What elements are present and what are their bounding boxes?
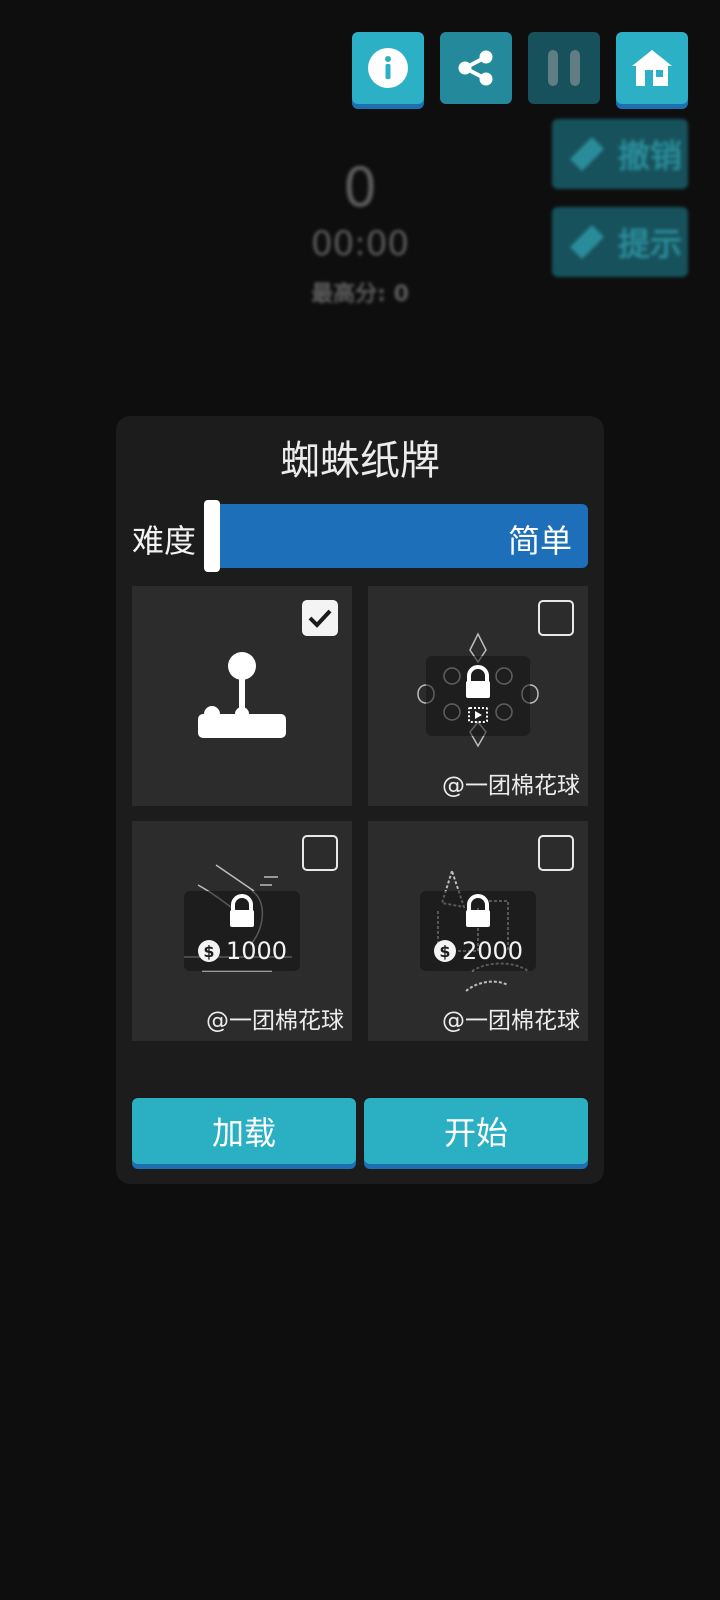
price-value: 2000 [462, 937, 524, 965]
card-back-option-default[interactable] [132, 586, 352, 806]
card-back-option-video-unlock[interactable]: @一团棉花球 [368, 586, 588, 806]
lock-icon [466, 665, 490, 723]
card-back-option-2000[interactable]: $ 2000 @一团棉花球 [368, 821, 588, 1041]
artist-credit: @一团棉花球 [442, 1008, 580, 1034]
undo-button[interactable]: 撤销 [552, 119, 688, 189]
share-button[interactable] [440, 32, 512, 104]
share-icon [458, 50, 493, 86]
pause-icon [548, 50, 580, 86]
difficulty-slider-handle[interactable] [204, 500, 220, 572]
info-button[interactable] [352, 32, 424, 104]
artist-credit: @一团棉花球 [206, 1008, 344, 1034]
coin-icon: $ [198, 940, 220, 962]
pause-button[interactable] [528, 32, 600, 104]
undo-label: 撤销 [618, 137, 683, 175]
card-back-option-1000[interactable]: $ 1000 @一团棉花球 [132, 821, 352, 1041]
locked-overlay: $ 2000 [420, 891, 536, 971]
timer: 00:00 [311, 224, 409, 264]
locked-overlay [426, 656, 530, 736]
best-score: 最高分: 0 [311, 282, 409, 307]
unlock-price: $ 1000 [198, 937, 287, 965]
difficulty-label: 难度 [132, 522, 197, 560]
joystick-icon [198, 652, 286, 738]
coin-icon: $ [434, 940, 456, 962]
score-value: 0 [342, 156, 378, 219]
load-button[interactable]: 加载 [132, 1098, 356, 1164]
info-icon [368, 48, 408, 88]
start-button[interactable]: 开始 [364, 1098, 588, 1164]
locked-overlay: $ 1000 [184, 891, 300, 971]
difficulty-value: 简单 [507, 522, 572, 560]
game-setup-dialog: 蜘蛛纸牌 难度 简单 @一团棉花球 $ 1000 @一团棉花球 $ 2000 @… [116, 416, 604, 1184]
artist-credit: @一团棉花球 [442, 773, 580, 799]
screen: 撤销 提示 0 00:00 最高分: 0 蜘蛛纸牌 难度 简单 @一团棉花球 $… [0, 0, 720, 1600]
price-value: 1000 [226, 937, 288, 965]
unlock-price: $ 2000 [434, 937, 523, 965]
ticket-icon [570, 225, 604, 259]
difficulty-slider[interactable]: 简单 [208, 504, 588, 568]
home-button[interactable] [616, 32, 688, 104]
hint-label: 提示 [618, 225, 683, 263]
lock-icon [230, 894, 254, 927]
dialog-title: 蜘蛛纸牌 [280, 438, 440, 484]
home-icon [632, 50, 672, 86]
ticket-icon [570, 137, 604, 171]
hint-button[interactable]: 提示 [552, 207, 688, 277]
lock-icon [466, 894, 490, 927]
